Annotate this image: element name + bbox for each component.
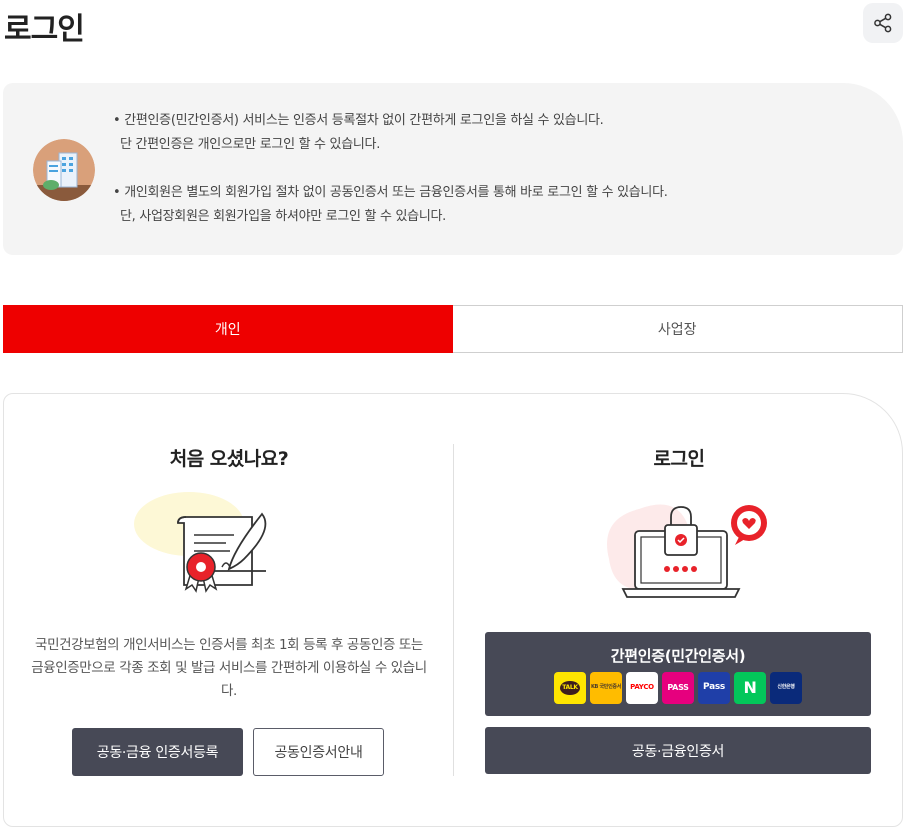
first-visit-title: 처음 오셨나요?: [169, 448, 289, 470]
kb-icon: KB 국민인증서: [590, 671, 622, 704]
notice-text: • 간편인증(민간인증서) 서비스는 인증서 등록절차 없이 간편하게 로그인을…: [113, 109, 668, 229]
pass-icon: PASS: [662, 671, 694, 704]
tab-personal[interactable]: 개인: [3, 305, 453, 353]
cert-guide-button[interactable]: 공동인증서안내: [253, 728, 384, 776]
notice-line: • 간편인증(민간인증서) 서비스는 인증서 등록절차 없이 간편하게 로그인을…: [113, 113, 604, 128]
login-card: 처음 오셨나요? 국민건강보험의 개인서비스는 인증서를 최초 1회 등록 후 …: [3, 393, 903, 827]
payco-icon: PAYCO: [626, 671, 658, 704]
service-description: 국민건강보험의 개인서비스는 인증서를 최초 1회 등록 후 공동인증 또는 금…: [31, 637, 427, 699]
certificate-illustration: [134, 492, 267, 593]
share-button[interactable]: [863, 3, 903, 43]
notice-line: • 개인회원은 별도의 회원가입 절차 없이 공동인증서 또는 금융인증서를 통…: [113, 185, 668, 200]
register-cert-button[interactable]: 공동·금융 인증서등록: [72, 728, 243, 776]
share-icon: [874, 13, 892, 33]
cert-login-button[interactable]: 공동·금융인증서: [485, 727, 871, 774]
column-divider: [453, 444, 454, 776]
tab-business[interactable]: 사업장: [452, 305, 903, 353]
login-type-tabs: 개인 사업장: [3, 305, 903, 353]
auth-provider-list: TALK KB 국민인증서 PAYCO PASS Pass N 신한은행: [554, 671, 802, 704]
simple-auth-button[interactable]: 간편인증(민간인증서) TALK KB 국민인증서 PAYCO PASS Pas…: [485, 632, 871, 716]
notice-line: 단 간편인증은 개인으로만 로그인 할 수 있습니다.: [120, 137, 381, 152]
laptop-lock-illustration: [607, 504, 767, 598]
notice-line: 단, 사업장회원은 회원가입을 하셔야만 로그인 할 수 있습니다.: [120, 209, 446, 224]
pass-blue-icon: Pass: [698, 671, 730, 704]
login-title: 로그인: [653, 448, 705, 470]
shinhan-icon: 신한은행: [770, 671, 802, 704]
simple-auth-label: 간편인증(민간인증서): [610, 646, 746, 665]
page-title: 로그인: [4, 12, 85, 47]
notice-box: • 간편인증(민간인증서) 서비스는 인증서 등록절차 없이 간편하게 로그인을…: [3, 83, 903, 255]
building-icon: [33, 139, 95, 201]
kakao-icon: TALK: [554, 671, 586, 704]
naver-icon: N: [734, 671, 766, 704]
